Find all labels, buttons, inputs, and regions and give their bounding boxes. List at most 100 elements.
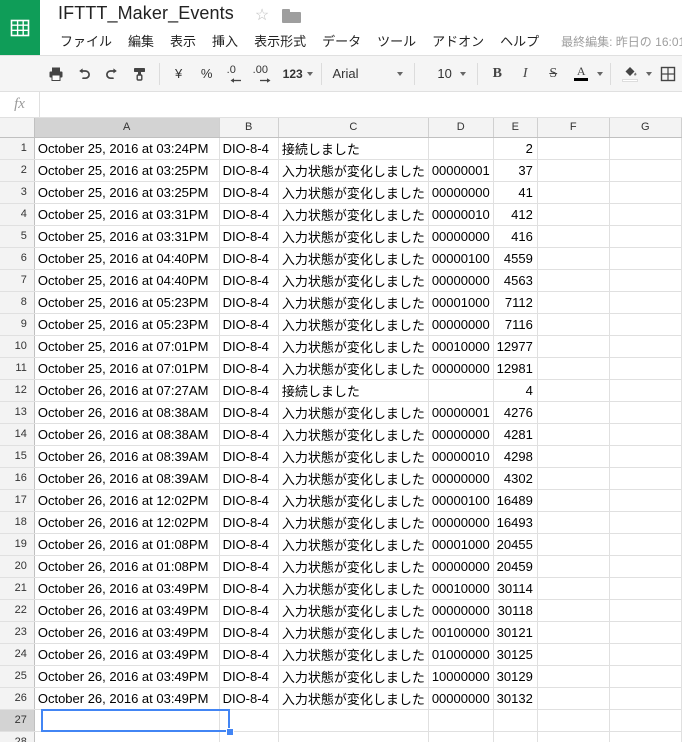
cell-F25[interactable] [537, 665, 610, 688]
menu-tools[interactable]: ツール [369, 32, 424, 52]
cell-A22[interactable]: October 26, 2016 at 03:49PM [34, 599, 220, 622]
cell-B8[interactable]: DIO-8-4 [219, 291, 279, 314]
cell-G5[interactable] [609, 225, 682, 248]
cell-B28[interactable] [219, 731, 279, 742]
increase-decimal-button[interactable]: .00 [250, 61, 276, 87]
cell-G10[interactable] [609, 335, 682, 358]
cell-B24[interactable]: DIO-8-4 [219, 643, 279, 666]
cell-G15[interactable] [609, 445, 682, 468]
cell-G17[interactable] [609, 489, 682, 512]
cell-B23[interactable]: DIO-8-4 [219, 621, 279, 644]
row-header-24[interactable]: 24 [0, 643, 35, 666]
cell-C19[interactable]: 入力状態が変化しました [278, 533, 429, 556]
menu-addons[interactable]: アドオン [424, 32, 492, 52]
cell-G3[interactable] [609, 181, 682, 204]
cell-E14[interactable]: 4281 [493, 423, 538, 446]
cell-F11[interactable] [537, 357, 610, 380]
row-header-28[interactable]: 28 [0, 731, 35, 742]
cell-C16[interactable]: 入力状態が変化しました [278, 467, 429, 490]
cell-F4[interactable] [537, 203, 610, 226]
cell-C13[interactable]: 入力状態が変化しました [278, 401, 429, 424]
row-header-3[interactable]: 3 [0, 181, 35, 204]
cell-E11[interactable]: 12981 [493, 357, 538, 380]
cell-G22[interactable] [609, 599, 682, 622]
text-color-dropdown[interactable] [595, 61, 605, 87]
column-header-b[interactable]: B [219, 118, 279, 138]
percent-format-button[interactable]: % [194, 61, 220, 87]
row-header-18[interactable]: 18 [0, 511, 35, 534]
cell-G9[interactable] [609, 313, 682, 336]
cell-C6[interactable]: 入力状態が変化しました [278, 247, 429, 270]
cell-E25[interactable]: 30129 [493, 665, 538, 688]
cell-C18[interactable]: 入力状態が変化しました [278, 511, 429, 534]
cell-F8[interactable] [537, 291, 610, 314]
row-header-27[interactable]: 27 [0, 709, 35, 732]
cell-E5[interactable]: 416 [493, 225, 538, 248]
cell-C27[interactable] [278, 709, 429, 732]
cell-D9[interactable]: 00000000 [428, 313, 494, 336]
cell-F12[interactable] [537, 379, 610, 402]
cell-F18[interactable] [537, 511, 610, 534]
cell-E2[interactable]: 37 [493, 159, 538, 182]
cell-B15[interactable]: DIO-8-4 [219, 445, 279, 468]
italic-button[interactable]: I [512, 61, 538, 87]
decrease-decimal-button[interactable]: .0 [222, 61, 248, 87]
cell-B1[interactable]: DIO-8-4 [219, 137, 279, 160]
cell-F28[interactable] [537, 731, 610, 742]
cell-F10[interactable] [537, 335, 610, 358]
cell-C2[interactable]: 入力状態が変化しました [278, 159, 429, 182]
row-header-1[interactable]: 1 [0, 137, 35, 160]
text-color-button[interactable]: A [568, 61, 594, 87]
cell-D7[interactable]: 00000000 [428, 269, 494, 292]
cell-E24[interactable]: 30125 [493, 643, 538, 666]
row-header-8[interactable]: 8 [0, 291, 35, 314]
cell-A13[interactable]: October 26, 2016 at 08:38AM [34, 401, 220, 424]
cell-E1[interactable]: 2 [493, 137, 538, 160]
cell-B2[interactable]: DIO-8-4 [219, 159, 279, 182]
cell-A3[interactable]: October 25, 2016 at 03:25PM [34, 181, 220, 204]
cell-A17[interactable]: October 26, 2016 at 12:02PM [34, 489, 220, 512]
sheets-grid-icon[interactable] [0, 0, 40, 55]
cell-F15[interactable] [537, 445, 610, 468]
cell-F16[interactable] [537, 467, 610, 490]
column-header-d[interactable]: D [428, 118, 494, 138]
cell-B21[interactable]: DIO-8-4 [219, 577, 279, 600]
fill-color-icon[interactable] [617, 61, 643, 87]
font-size-select[interactable]: 10 [419, 61, 472, 87]
cell-A9[interactable]: October 25, 2016 at 05:23PM [34, 313, 220, 336]
cell-C10[interactable]: 入力状態が変化しました [278, 335, 429, 358]
cell-C14[interactable]: 入力状態が変化しました [278, 423, 429, 446]
row-header-5[interactable]: 5 [0, 225, 35, 248]
cell-B9[interactable]: DIO-8-4 [219, 313, 279, 336]
cell-E3[interactable]: 41 [493, 181, 538, 204]
cell-C26[interactable]: 入力状態が変化しました [278, 687, 429, 710]
cell-A8[interactable]: October 25, 2016 at 05:23PM [34, 291, 220, 314]
row-header-25[interactable]: 25 [0, 665, 35, 688]
menu-format[interactable]: 表示形式 [246, 32, 314, 52]
row-header-13[interactable]: 13 [0, 401, 35, 424]
cell-E21[interactable]: 30114 [493, 577, 538, 600]
cell-C3[interactable]: 入力状態が変化しました [278, 181, 429, 204]
cell-D14[interactable]: 00000000 [428, 423, 494, 446]
cell-F5[interactable] [537, 225, 610, 248]
row-header-14[interactable]: 14 [0, 423, 35, 446]
cell-E4[interactable]: 412 [493, 203, 538, 226]
cell-C4[interactable]: 入力状態が変化しました [278, 203, 429, 226]
cell-E9[interactable]: 7116 [493, 313, 538, 336]
cell-B11[interactable]: DIO-8-4 [219, 357, 279, 380]
cell-C21[interactable]: 入力状態が変化しました [278, 577, 429, 600]
cell-F20[interactable] [537, 555, 610, 578]
cell-A18[interactable]: October 26, 2016 at 12:02PM [34, 511, 220, 534]
currency-format-button[interactable]: ¥ [166, 61, 192, 87]
star-outline-icon[interactable]: ☆ [253, 7, 271, 25]
menu-edit[interactable]: 編集 [120, 32, 162, 52]
cell-A20[interactable]: October 26, 2016 at 01:08PM [34, 555, 220, 578]
row-header-17[interactable]: 17 [0, 489, 35, 512]
menu-insert[interactable]: 挿入 [204, 32, 246, 52]
cell-G26[interactable] [609, 687, 682, 710]
cell-B14[interactable]: DIO-8-4 [219, 423, 279, 446]
cell-D16[interactable]: 00000000 [428, 467, 494, 490]
row-header-10[interactable]: 10 [0, 335, 35, 358]
cell-D27[interactable] [428, 709, 494, 732]
cell-G13[interactable] [609, 401, 682, 424]
